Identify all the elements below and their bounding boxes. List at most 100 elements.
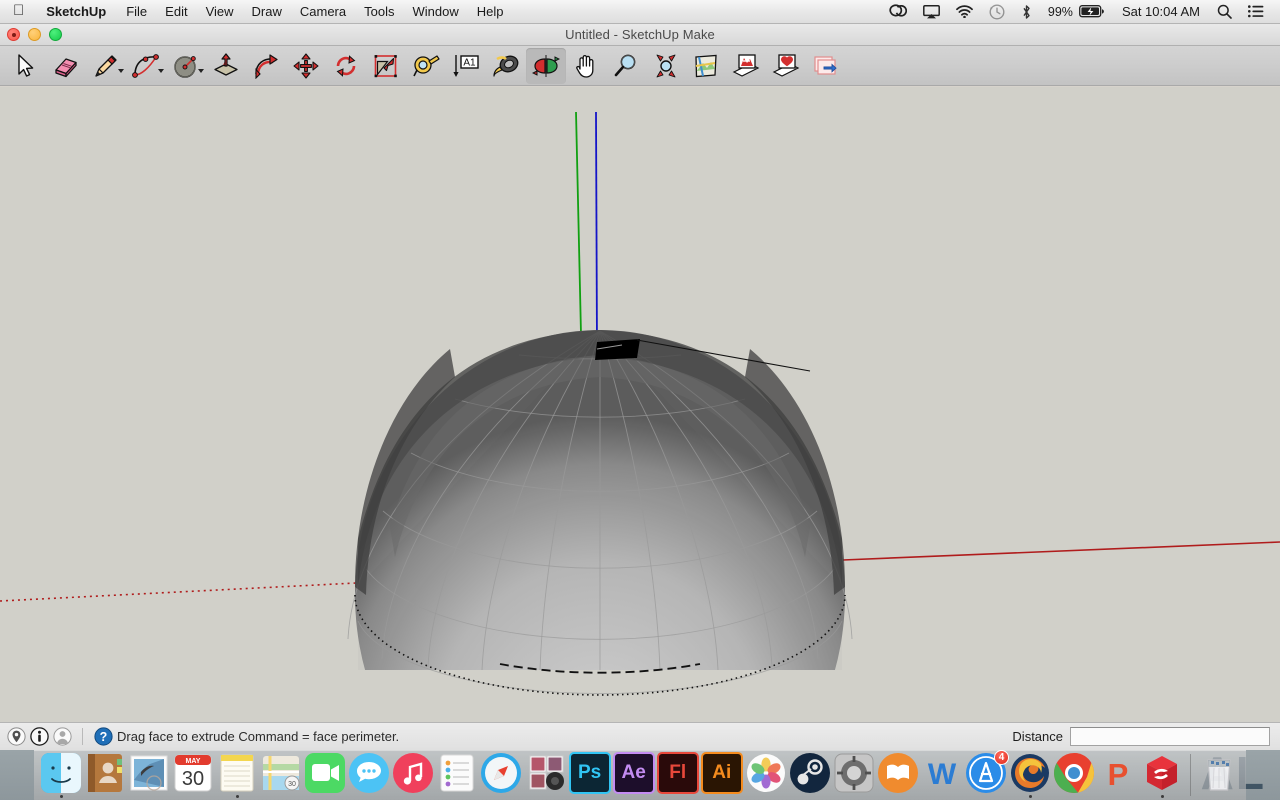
time-machine-icon[interactable] — [981, 0, 1013, 23]
dock-item-photoshop[interactable]: Ps — [568, 750, 612, 799]
tool-paint-bucket[interactable] — [486, 48, 526, 84]
menu-file[interactable]: File — [117, 0, 156, 23]
tool-line[interactable] — [86, 48, 126, 84]
menu-help[interactable]: Help — [468, 0, 513, 23]
airplay-icon[interactable] — [915, 0, 948, 23]
menu-edit[interactable]: Edit — [156, 0, 196, 23]
dock-item-contacts[interactable] — [83, 750, 127, 799]
dock-item-reminders[interactable] — [435, 750, 479, 799]
svg-text:P: P — [1108, 757, 1129, 792]
dock-item-photos[interactable] — [744, 750, 788, 799]
chevron-down-icon[interactable] — [198, 68, 204, 73]
tool-pushpull[interactable] — [206, 48, 246, 84]
tool-eraser[interactable] — [46, 48, 86, 84]
tool-add-location[interactable] — [686, 48, 726, 84]
tool-share-component[interactable] — [806, 48, 846, 84]
menu-camera[interactable]: Camera — [291, 0, 355, 23]
status-bar-icons: ? — [6, 727, 113, 747]
dock-item-steam[interactable] — [788, 750, 832, 799]
tool-shapes[interactable] — [166, 48, 206, 84]
dock-item-mail[interactable] — [127, 750, 171, 799]
contacts-icon — [84, 752, 126, 794]
bluetooth-icon[interactable] — [1013, 0, 1040, 23]
dock-item-app-store[interactable]: 4 — [964, 750, 1009, 799]
dock-item-ibooks[interactable] — [876, 750, 920, 799]
dome-model-svg — [0, 87, 1280, 742]
tool-dimension[interactable]: A1 — [446, 48, 486, 84]
menu-bar-clock[interactable]: Sat 10:04 AM — [1113, 4, 1209, 19]
notification-center-icon[interactable] — [1240, 0, 1272, 23]
help-question-icon[interactable]: ? — [93, 727, 113, 747]
chevron-down-icon[interactable] — [158, 68, 164, 73]
geo-location-icon[interactable] — [6, 727, 26, 747]
tool-pan[interactable] — [566, 48, 606, 84]
creative-cloud-icon[interactable] — [881, 0, 915, 23]
status-bar: ? Drag face to extrude Command = face pe… — [0, 722, 1280, 750]
status-message: Drag face to extrude Command = face peri… — [117, 729, 400, 744]
messages-icon — [348, 752, 390, 794]
tool-scale[interactable] — [366, 48, 406, 84]
vcb-input[interactable] — [1070, 727, 1270, 746]
status-bar-divider — [82, 728, 83, 745]
dock-item-sketchup[interactable] — [1140, 750, 1184, 799]
battery-charging-icon[interactable] — [1078, 0, 1113, 23]
tool-tape-measure[interactable] — [406, 48, 446, 84]
app-store-badge: 4 — [994, 750, 1009, 765]
dock-item-maps[interactable]: 30 — [259, 750, 303, 799]
dock-item-safari[interactable] — [479, 750, 523, 799]
menu-draw[interactable]: Draw — [243, 0, 291, 23]
apple-logo-icon[interactable]:  — [0, 3, 35, 18]
dock-item-messages[interactable] — [347, 750, 391, 799]
photos-icon — [745, 752, 787, 794]
zoom-button[interactable] — [49, 28, 62, 41]
chevron-down-icon[interactable] — [118, 68, 124, 73]
dock-item-facetime[interactable] — [303, 750, 347, 799]
menu-view[interactable]: View — [197, 0, 243, 23]
dock-item-flash[interactable]: Fl — [656, 750, 700, 799]
tool-orbit[interactable] — [526, 47, 566, 84]
menu-bar-status-area: 99% Sat 10:04 AM — [881, 0, 1280, 23]
minimize-button[interactable] — [28, 28, 41, 41]
chrome-icon — [1053, 752, 1095, 794]
menu-bar:  SketchUp File Edit View Draw Camera To… — [0, 0, 1280, 24]
tool-zoom[interactable] — [606, 48, 646, 84]
tool-rotate[interactable] — [326, 48, 366, 84]
dock-item-word[interactable]: W — [920, 750, 964, 799]
window-title-bar: Untitled - SketchUp Make — [0, 24, 1280, 46]
dock-item-photo-booth[interactable] — [524, 750, 568, 799]
wifi-icon[interactable] — [948, 0, 981, 23]
menu-tools[interactable]: Tools — [355, 0, 403, 23]
dock-item-firefox[interactable] — [1008, 750, 1052, 799]
dock-item-illustrator[interactable]: Ai — [700, 750, 744, 799]
dock-item-after-effects[interactable]: Ae — [612, 750, 656, 799]
tool-arc[interactable] — [126, 48, 166, 84]
dock-item-notes[interactable] — [215, 750, 259, 799]
menu-app-name[interactable]: SketchUp — [35, 0, 117, 23]
dock-item-itunes[interactable] — [391, 750, 435, 799]
dock-item-powerpoint[interactable]: P — [1096, 750, 1140, 799]
safari-icon — [480, 752, 522, 794]
tool-move[interactable] — [286, 48, 326, 84]
svg-text:MAY: MAY — [186, 758, 201, 765]
dock-item-system-preferences[interactable] — [832, 750, 876, 799]
firefox-icon — [1009, 752, 1051, 794]
menu-window[interactable]: Window — [403, 0, 467, 23]
tool-zoom-extents[interactable] — [646, 48, 686, 84]
model-info-icon[interactable] — [29, 727, 49, 747]
window-controls — [7, 28, 62, 41]
user-account-icon[interactable] — [52, 727, 72, 747]
dock-item-finder[interactable] — [39, 750, 83, 799]
tool-get-models[interactable] — [726, 48, 766, 84]
model-viewport[interactable] — [0, 87, 1280, 742]
app-store-icon: 4 — [965, 750, 1009, 794]
dock-item-trash[interactable] — [1197, 750, 1241, 799]
dock-item-calendar[interactable]: MAY 30 — [171, 750, 215, 799]
tool-share-model[interactable] — [766, 48, 806, 84]
close-button[interactable] — [7, 28, 20, 41]
spotlight-search-icon[interactable] — [1209, 0, 1240, 23]
tool-followme[interactable] — [246, 48, 286, 84]
flash-icon: Fl — [656, 752, 699, 794]
dock-item-chrome[interactable] — [1052, 750, 1096, 799]
svg-text:A1: A1 — [463, 57, 476, 68]
tool-select[interactable] — [6, 48, 46, 84]
